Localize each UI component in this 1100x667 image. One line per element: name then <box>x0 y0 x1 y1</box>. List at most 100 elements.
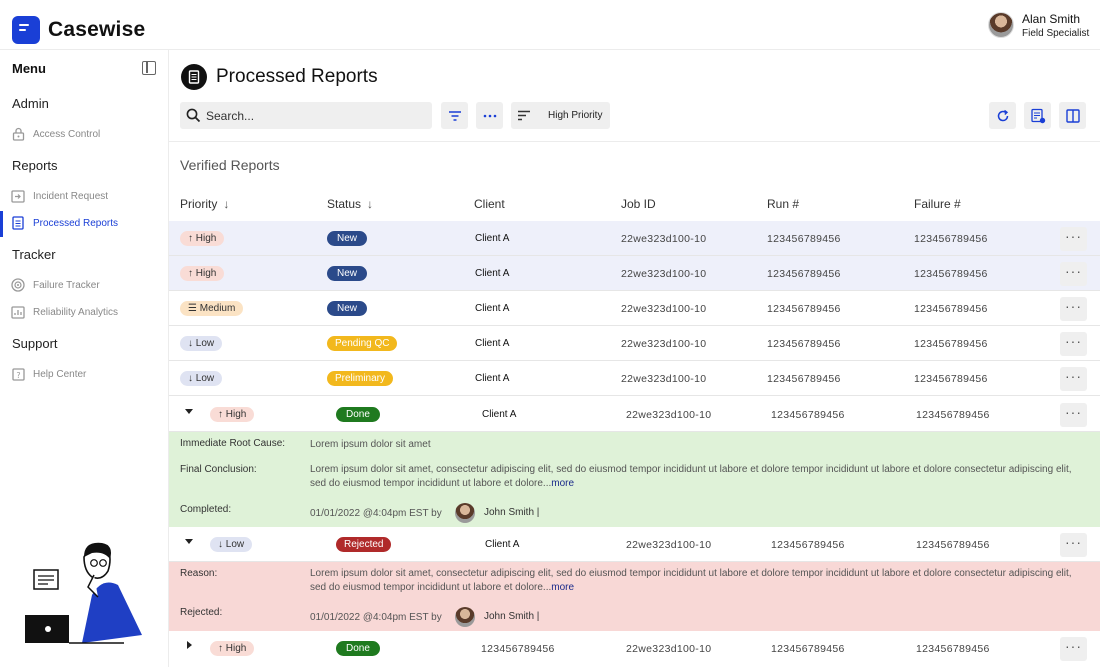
table-row[interactable]: ↑ High New Client A 22we323d100-10 12345… <box>169 256 1100 291</box>
conclusion-label: Final Conclusion: <box>180 464 257 475</box>
failure-cell: 123456789456 <box>916 539 990 551</box>
more-options-button[interactable] <box>476 102 503 129</box>
table-row[interactable]: ↓ Low Preliminary Client A 22we323d100-1… <box>169 361 1100 396</box>
row-more-button[interactable]: ··· <box>1060 403 1087 427</box>
help-icon: ? <box>11 367 25 381</box>
column-header-job-id[interactable]: Job ID <box>621 197 656 211</box>
sort-priority-button[interactable]: High Priority <box>511 102 610 129</box>
casewise-logo-icon[interactable] <box>12 16 40 44</box>
priority-badge: ↑ High <box>210 641 255 656</box>
row-more-button[interactable]: ··· <box>1060 533 1087 557</box>
more-horizontal-icon <box>483 114 496 117</box>
reason-label: Reason: <box>180 568 218 579</box>
row-more-button[interactable]: ··· <box>1060 367 1087 391</box>
failure-cell: 123456789456 <box>916 409 990 421</box>
refresh-icon <box>997 109 1008 121</box>
row-more-button[interactable]: ··· <box>1060 297 1087 321</box>
table-row[interactable]: ↑ High New Client A 22we323d100-10 12345… <box>169 221 1100 256</box>
row-more-button[interactable]: ··· <box>1060 332 1087 356</box>
status-badge: Rejected <box>336 537 392 552</box>
refresh-button[interactable] <box>989 102 1016 129</box>
run-cell: 123456789456 <box>771 643 845 655</box>
expand-row-icon[interactable] <box>187 641 192 649</box>
failure-cell: 123456789456 <box>914 303 988 315</box>
collapse-row-icon[interactable] <box>185 539 193 544</box>
table-row[interactable]: ↑ High Done Client A 22we323d100-10 1234… <box>169 397 1100 432</box>
inbox-icon <box>11 189 25 203</box>
columns-view-button[interactable] <box>1059 102 1086 129</box>
sidebar-item-reliability-analytics[interactable]: Reliability Analytics <box>0 300 168 324</box>
table-row[interactable]: ↑ High Done 123456789456 22we323d100-10 … <box>169 631 1100 666</box>
job-id-cell: 22we323d100-10 <box>621 268 707 280</box>
table-row[interactable]: ↓ Low Rejected Client A 22we323d100-10 1… <box>169 527 1100 562</box>
root-cause-text: Lorem ipsum dolor sit amet <box>310 439 431 450</box>
table-row[interactable]: ☰ Medium New Client A 22we323d100-10 123… <box>169 291 1100 326</box>
more-link[interactable]: more <box>551 478 574 489</box>
sidebar-item-incident-request[interactable]: Incident Request <box>0 184 168 208</box>
client-cell: 123456789456 <box>481 643 555 655</box>
run-cell: 123456789456 <box>767 338 841 350</box>
section-reports: Reports <box>12 158 58 173</box>
user-name[interactable]: Alan Smith <box>1022 12 1080 26</box>
run-cell: 123456789456 <box>767 233 841 245</box>
sidebar-item-label: Processed Reports <box>33 217 119 229</box>
failure-cell: 123456789456 <box>914 373 988 385</box>
column-header-client[interactable]: Client <box>474 197 505 211</box>
user-avatar <box>455 607 475 627</box>
sidebar-item-access-control[interactable]: Access Control <box>0 122 168 146</box>
job-id-cell: 22we323d100-10 <box>621 373 707 385</box>
sidebar-item-processed-reports[interactable]: Processed Reports <box>0 211 168 237</box>
job-id-cell: 22we323d100-10 <box>626 539 712 551</box>
client-cell: Client A <box>475 373 510 384</box>
sidebar-item-failure-tracker[interactable]: Failure Tracker <box>0 273 168 297</box>
column-header-priority[interactable]: Priority ↓ <box>180 197 229 211</box>
sidebar-collapse-icon[interactable] <box>142 61 156 75</box>
status-badge: New <box>327 231 368 246</box>
priority-badge: ☰ Medium <box>180 301 244 316</box>
row-more-button[interactable]: ··· <box>1060 227 1087 251</box>
completed-label: Completed: <box>180 504 232 515</box>
completed-by-name[interactable]: John Smith | <box>484 507 539 518</box>
priority-badge: ↓ Low <box>210 537 253 552</box>
rejected-label: Rejected: <box>180 607 223 618</box>
column-header-failure[interactable]: Failure # <box>914 197 961 211</box>
run-cell: 123456789456 <box>767 303 841 315</box>
priority-badge: ↑ High <box>210 407 255 422</box>
app-name: Casewise <box>48 18 146 41</box>
priority-badge: ↑ High <box>180 266 225 281</box>
search-box[interactable] <box>180 102 432 129</box>
row-more-button[interactable]: ··· <box>1060 637 1087 661</box>
sidebar-item-help-center[interactable]: ? Help Center <box>0 362 168 386</box>
client-cell: Client A <box>482 409 517 420</box>
table-row[interactable]: ↓ Low Pending QC Client A 22we323d100-10… <box>169 326 1100 361</box>
target-icon <box>11 278 25 292</box>
section-tracker: Tracker <box>12 247 56 262</box>
row-detail-panel: Immediate Root Cause: Lorem ipsum dolor … <box>169 432 1100 527</box>
failure-cell: 123456789456 <box>914 268 988 280</box>
failure-cell: 123456789456 <box>914 233 988 245</box>
more-link[interactable]: more <box>551 582 574 593</box>
sort-down-icon: ↓ <box>223 197 230 211</box>
job-id-cell: 22we323d100-10 <box>621 338 707 350</box>
search-icon <box>186 108 201 123</box>
export-report-button[interactable] <box>1024 102 1051 129</box>
rejected-by-name[interactable]: John Smith | <box>484 611 539 622</box>
lock-icon <box>11 127 25 141</box>
collapse-row-icon[interactable] <box>185 409 193 414</box>
document-list-icon <box>11 216 25 230</box>
row-more-button[interactable]: ··· <box>1060 262 1087 286</box>
run-cell: 123456789456 <box>771 409 845 421</box>
column-header-status[interactable]: Status ↓ <box>327 197 373 211</box>
reason-text: Lorem ipsum dolor sit amet, consectetur … <box>310 568 1072 593</box>
user-avatar[interactable] <box>988 12 1014 38</box>
section-title: Verified Reports <box>180 157 280 173</box>
column-header-run[interactable]: Run # <box>767 197 799 211</box>
filter-icon <box>448 110 461 121</box>
search-input[interactable] <box>206 105 428 126</box>
rejected-timestamp: 01/01/2022 @4:04pm EST by <box>310 612 442 623</box>
sort-down-icon: ↓ <box>367 197 374 211</box>
report-settings-icon <box>1030 108 1045 123</box>
sidebar-item-label: Access Control <box>33 128 101 140</box>
status-badge: New <box>327 301 368 316</box>
filter-button[interactable] <box>441 102 468 129</box>
